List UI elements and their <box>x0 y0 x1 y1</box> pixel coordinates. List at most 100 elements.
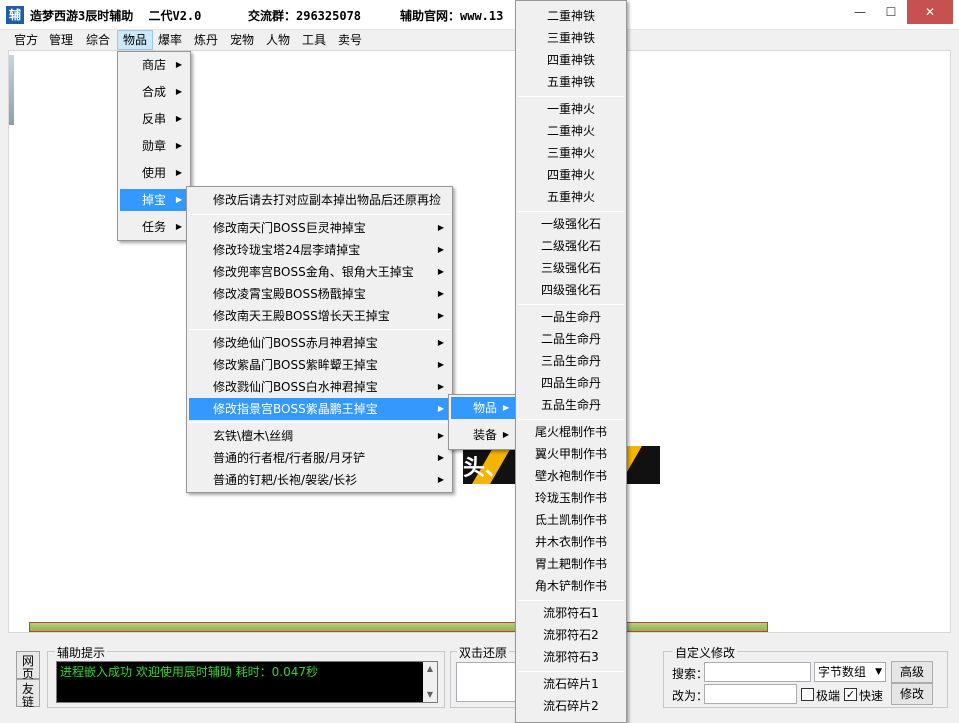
drop-treasure-menu: 修改后请去打对应副本掉出物品后还原再捡 修改南天门BOSS巨灵神掉宝 ▶ 修改玲珑… <box>186 186 453 493</box>
title-bar: 辅 造梦西游3辰时辅助 二代V2.0 交流群：296325078 辅助官网：ww… <box>0 0 959 30</box>
drop-item[interactable]: 四级强化石 <box>518 279 624 301</box>
close-button[interactable]: ✕ <box>907 0 953 24</box>
maximize-button[interactable]: ☐ <box>876 0 906 24</box>
search-label: 搜索： <box>672 667 709 681</box>
menu-sell-account[interactable]: 卖号 <box>333 30 367 50</box>
drop-boss-item[interactable]: 修改紫晶门BOSS紫眸颦王掉宝 ▶ <box>189 354 450 376</box>
drop-item[interactable]: 五重神火 <box>518 186 624 208</box>
friend-links-button[interactable]: 友链 <box>16 679 40 709</box>
drop-item[interactable]: 流石碎片2 <box>518 695 624 717</box>
drop-boss-item[interactable]: 修改兜率宫BOSS金角、银角大王掉宝 ▶ <box>189 261 450 283</box>
drop-boss-item[interactable]: 修改南天王殿BOSS增长天王掉宝 ▶ <box>189 305 450 327</box>
app-icon: 辅 <box>6 6 24 24</box>
scroll-down-icon[interactable]: ▼ <box>423 688 437 702</box>
menu-synthesis[interactable]: 合成 ▶ <box>120 81 188 103</box>
drop-item[interactable]: 一重神火 <box>518 98 624 120</box>
chevron-right-icon: ▶ <box>437 245 444 254</box>
custom-modify-label: 自定义修改 <box>673 644 738 661</box>
drop-item[interactable]: 二级强化石 <box>518 235 624 257</box>
drop-item[interactable]: 二重神铁 <box>518 5 624 27</box>
drop-item[interactable]: 流邪符石3 <box>518 646 624 668</box>
drop-material-item[interactable]: 普通的行者棍/行者服/月牙铲 ▶ <box>189 447 450 469</box>
drop-item[interactable]: 四品生命丹 <box>518 372 624 394</box>
drop-item[interactable]: 一级强化石 <box>518 213 624 235</box>
menu-alchemy[interactable]: 炼丹 <box>189 30 223 50</box>
drop-boss-item-selected[interactable]: 修改指景宫BOSS紫晶鹏王掉宝 ▶ <box>189 398 450 420</box>
minimize-button[interactable]: — <box>845 0 875 24</box>
menu-character[interactable]: 人物 <box>261 30 295 50</box>
menu-official[interactable]: 官方 <box>9 30 43 50</box>
extreme-checkbox[interactable] <box>801 688 814 701</box>
chevron-right-icon: ▶ <box>437 311 444 320</box>
change-input[interactable] <box>704 684 797 704</box>
chevron-right-icon: ▶ <box>175 168 182 177</box>
menu-general[interactable]: 综合 <box>81 30 115 50</box>
drop-item[interactable]: 氐土凯制作书 <box>518 509 624 531</box>
drop-item[interactable]: 三重神铁 <box>518 27 624 49</box>
drop-item[interactable]: 玲珑玉制作书 <box>518 487 624 509</box>
drop-item[interactable]: 胃土耙制作书 <box>518 553 624 575</box>
menu-pet[interactable]: 宠物 <box>225 30 259 50</box>
drop-category-items[interactable]: 物品 ▶ <box>451 397 515 419</box>
fast-label: 快速 <box>859 689 884 703</box>
drop-menu-note[interactable]: 修改后请去打对应副本掉出物品后还原再捡 <box>189 189 450 211</box>
drop-item[interactable]: 二品生命丹 <box>518 328 624 350</box>
chevron-right-icon: ▶ <box>175 141 182 150</box>
drop-material-item[interactable]: 普通的钉耙/长袍/袈裟/长衫 ▶ <box>189 469 450 491</box>
drop-item[interactable]: 四重神铁 <box>518 49 624 71</box>
menu-shop[interactable]: 商店 ▶ <box>120 54 188 76</box>
menu-manage[interactable]: 管理 <box>44 30 78 50</box>
drop-item[interactable]: 四重神火 <box>518 164 624 186</box>
chevron-right-icon: ▶ <box>437 267 444 276</box>
app-version: 二代V2.0 <box>148 9 202 23</box>
drop-item[interactable]: 三重神火 <box>518 142 624 164</box>
drop-boss-item[interactable]: 修改凌霄宝殿BOSS杨戬掉宝 ▶ <box>189 283 450 305</box>
webpage-button[interactable]: 网页 <box>16 651 40 681</box>
drop-item[interactable]: 五品生命丹 <box>518 394 624 416</box>
game-edge-strip <box>9 55 14 125</box>
chevron-right-icon: ▶ <box>175 60 182 69</box>
drop-boss-item[interactable]: 修改南天门BOSS巨灵神掉宝 ▶ <box>189 217 450 239</box>
chevron-down-icon: ▼ <box>875 667 882 677</box>
drop-material-item[interactable]: 玄铁\檀木\丝绸 ▶ <box>189 425 450 447</box>
menu-drop-treasure[interactable]: 掉宝 ▶ <box>120 189 188 211</box>
drop-item[interactable]: 流邪符石2 <box>518 624 624 646</box>
menu-medal[interactable]: 勋章 ▶ <box>120 135 188 157</box>
drop-category-equipment[interactable]: 装备 ▶ <box>451 424 515 446</box>
drop-item[interactable]: 三品生命丹 <box>518 350 624 372</box>
progress-fill <box>30 623 767 631</box>
modify-button[interactable]: 修改 <box>891 683 933 705</box>
data-type-select[interactable]: 字节数组 ▼ <box>814 662 886 682</box>
window-title: 造梦西游3辰时辅助 二代V2.0 <box>30 7 201 24</box>
drop-item[interactable]: 角木铲制作书 <box>518 575 624 597</box>
drop-item[interactable]: 井木衣制作书 <box>518 531 624 553</box>
drop-item[interactable]: 壁水袍制作书 <box>518 465 624 487</box>
chevron-right-icon: ▶ <box>437 223 444 232</box>
assist-label: 辅助提示 <box>55 644 108 661</box>
drop-boss-item[interactable]: 修改戮仙门BOSS白水神君掉宝 ▶ <box>189 376 450 398</box>
menu-items[interactable]: 物品 <box>117 30 154 50</box>
drop-item[interactable]: 五重神铁 <box>518 71 624 93</box>
drop-item[interactable]: 二重神火 <box>518 120 624 142</box>
console-scrollbar[interactable]: ▲ ▼ <box>423 662 437 702</box>
search-input[interactable] <box>704 662 811 682</box>
scroll-up-icon[interactable]: ▲ <box>423 662 437 676</box>
advanced-button[interactable]: 高级 <box>891 661 933 683</box>
extreme-label: 极端 <box>816 689 841 703</box>
restore-list[interactable] <box>456 662 518 702</box>
menu-cross-role[interactable]: 反串 ▶ <box>120 108 188 130</box>
drop-item[interactable]: 流邪符石1 <box>518 602 624 624</box>
drop-item[interactable]: 流石碎片1 <box>518 673 624 695</box>
chevron-right-icon: ▶ <box>502 430 509 439</box>
fast-checkbox[interactable]: ✓ <box>844 688 857 701</box>
drop-item[interactable]: 尾火棍制作书 <box>518 421 624 443</box>
drop-item[interactable]: 一品生命丹 <box>518 306 624 328</box>
menu-tools[interactable]: 工具 <box>297 30 331 50</box>
drop-boss-item[interactable]: 修改玲珑宝塔24层李靖掉宝 ▶ <box>189 239 450 261</box>
drop-item[interactable]: 三级强化石 <box>518 257 624 279</box>
menu-quest[interactable]: 任务 ▶ <box>120 216 188 238</box>
drop-item[interactable]: 翼火甲制作书 <box>518 443 624 465</box>
drop-boss-item[interactable]: 修改绝仙门BOSS赤月神君掉宝 ▶ <box>189 332 450 354</box>
menu-droprate[interactable]: 爆率 <box>153 30 187 50</box>
menu-use[interactable]: 使用 ▶ <box>120 162 188 184</box>
